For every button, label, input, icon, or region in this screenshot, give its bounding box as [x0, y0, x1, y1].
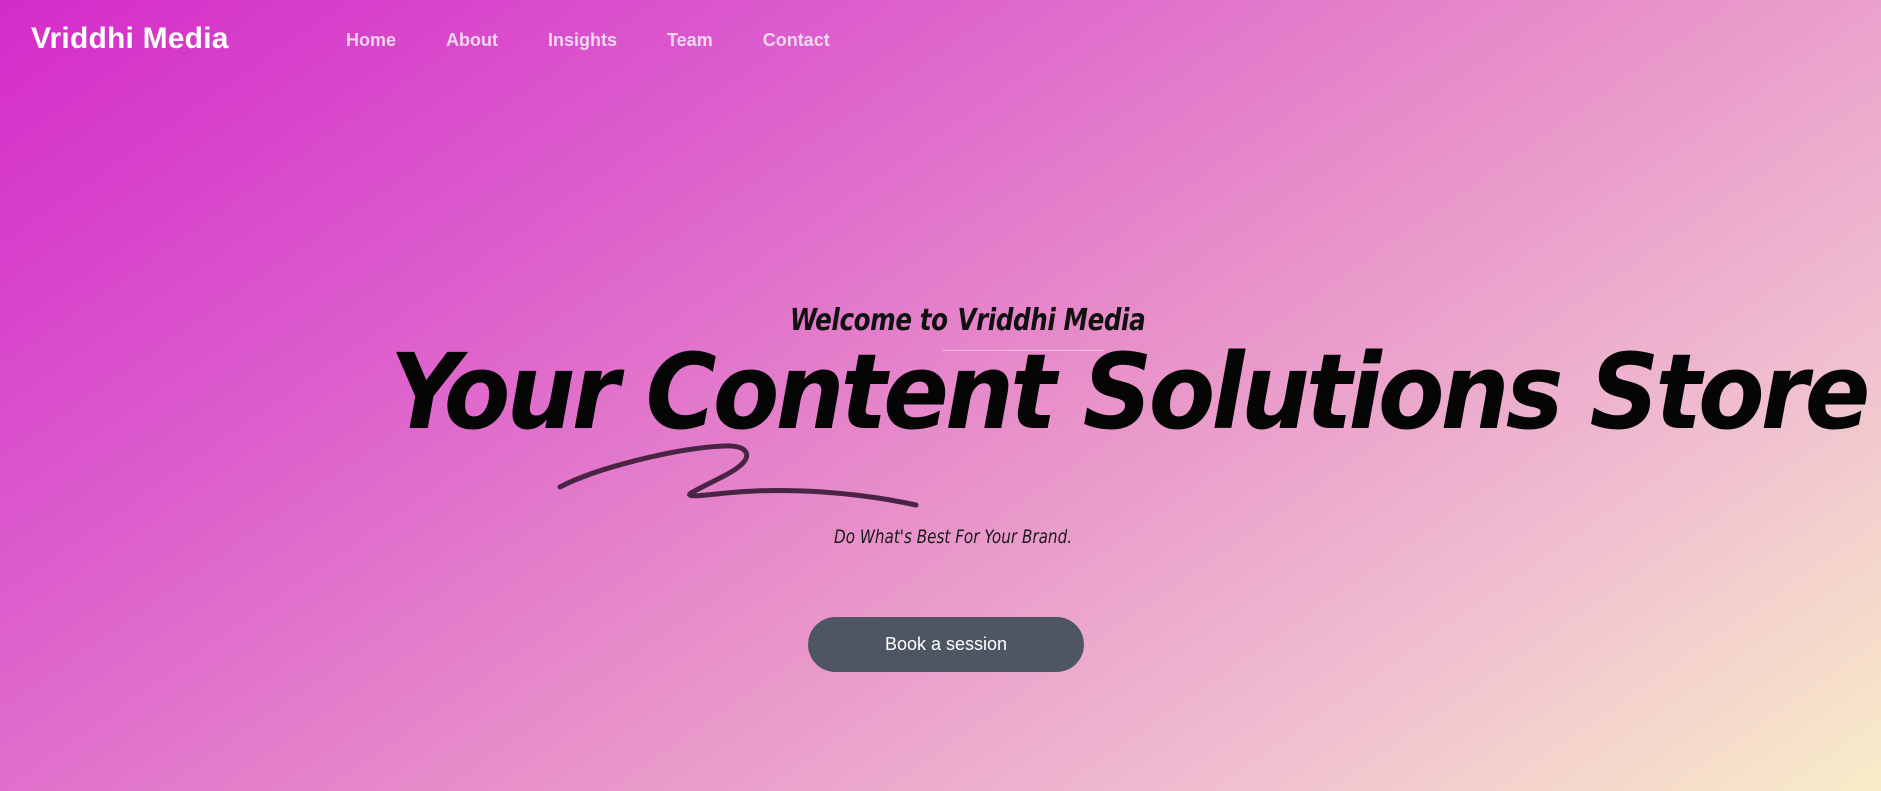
book-session-button[interactable]: Book a session — [808, 617, 1084, 672]
hero-headline: Your Content Solutions Store — [390, 331, 1870, 453]
swoosh-decoration — [557, 443, 919, 508]
hero-section: Welcome to Vriddhi Media Your Content Sol… — [0, 0, 1881, 791]
hero-tagline: Do What's Best For Your Brand. — [834, 526, 1073, 548]
